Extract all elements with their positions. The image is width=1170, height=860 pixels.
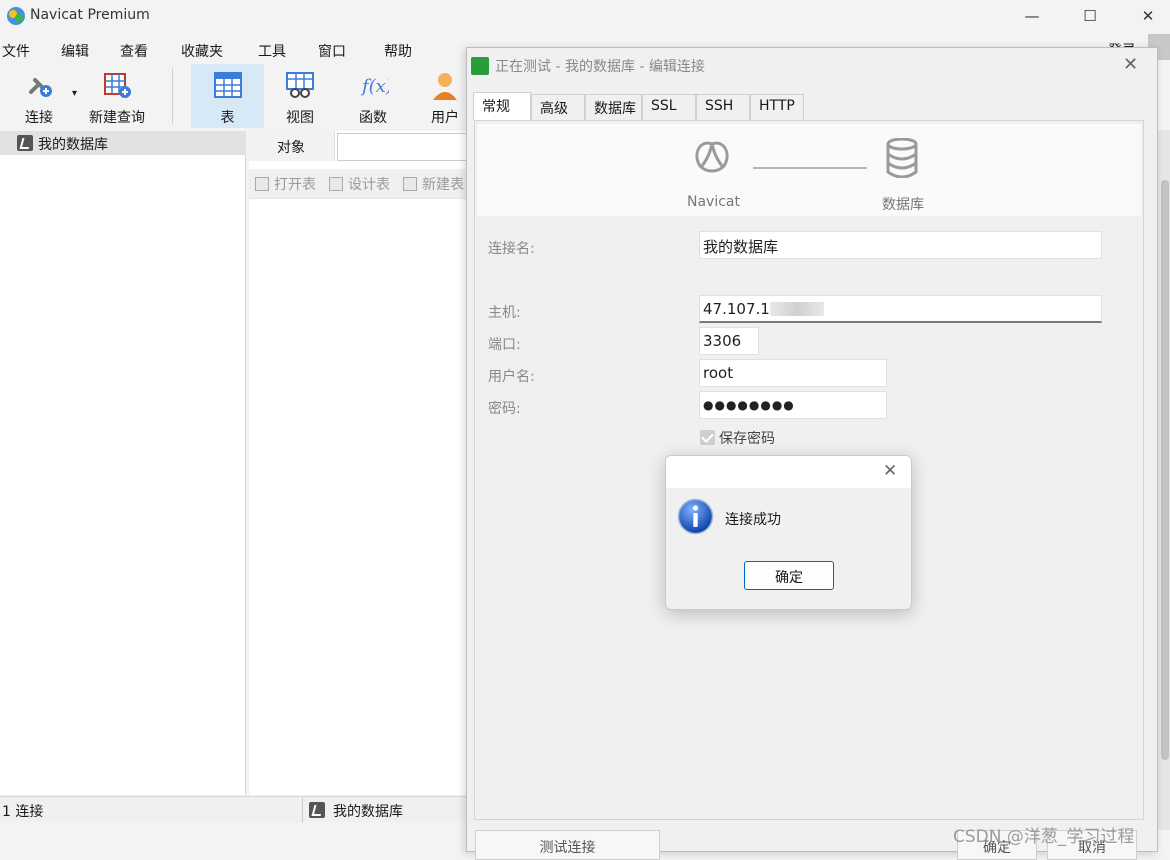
- main-toolbar: 连接 ▾ 新建查询 表 视图 f(x) 函数: [0, 64, 466, 130]
- menu-file[interactable]: 文件: [2, 41, 30, 61]
- username-field[interactable]: root: [699, 359, 887, 387]
- table-button[interactable]: 表: [191, 64, 264, 128]
- user-icon: [433, 73, 457, 100]
- design-table-button[interactable]: 设计表: [329, 174, 390, 194]
- host-field[interactable]: 47.107.1: [699, 295, 1102, 323]
- new-table-button[interactable]: 新建表: [403, 174, 464, 194]
- message-ok-button[interactable]: 确定: [744, 561, 834, 590]
- tab-objects[interactable]: 对象: [249, 131, 335, 161]
- tab-databases[interactable]: 数据库: [585, 94, 642, 120]
- connect-button[interactable]: 连接: [4, 64, 74, 128]
- view-label: 视图: [286, 110, 314, 126]
- watermark: CSDN @洋葱_学习过程: [953, 827, 1135, 847]
- redacted-blur: [769, 302, 824, 316]
- port-label: 端口:: [488, 337, 521, 353]
- tab-http[interactable]: HTTP: [750, 94, 804, 120]
- menu-tools[interactable]: 工具: [258, 41, 286, 61]
- tab-objects-label: 对象: [277, 140, 305, 156]
- dialog-close-icon[interactable]: ✕: [1123, 54, 1138, 75]
- database-icon: [886, 138, 918, 178]
- view-icon: [286, 72, 314, 98]
- status-connection-count: 1 连接: [2, 804, 44, 820]
- menu-bar: 文件 编辑 查看 收藏夹 工具 窗口 帮助: [0, 38, 470, 62]
- close-icon[interactable]: ✕: [1133, 4, 1163, 28]
- status-connection-icon: [309, 802, 325, 818]
- username-label: 用户名:: [488, 369, 535, 385]
- connect-label: 连接: [25, 110, 53, 126]
- object-search-input[interactable]: [337, 133, 477, 161]
- status-current-connection: 我的数据库: [333, 804, 403, 820]
- function-button[interactable]: f(x) 函数: [338, 64, 408, 128]
- design-table-label: 设计表: [348, 177, 390, 193]
- status-bar: 1 连接 我的数据库: [0, 796, 466, 823]
- navicat-dialog-icon: [471, 57, 489, 75]
- tree-item-label: 我的数据库: [38, 137, 108, 153]
- success-message-box: ✕ 连接成功 确定: [665, 455, 912, 610]
- test-connection-button[interactable]: 测试连接: [475, 830, 660, 860]
- menu-favorites[interactable]: 收藏夹: [181, 41, 223, 61]
- save-password-label: 保存密码: [719, 431, 775, 447]
- password-field[interactable]: ●●●●●●●●: [699, 391, 887, 419]
- table-icon: [213, 72, 242, 98]
- open-table-label: 打开表: [274, 177, 316, 193]
- conn-name-label: 连接名:: [488, 241, 535, 257]
- new-query-icon: [104, 73, 131, 98]
- table-label: 表: [220, 110, 235, 126]
- open-table-icon: [255, 177, 269, 191]
- dialog-title: 正在测试 - 我的数据库 - 编辑连接: [495, 59, 705, 75]
- message-close-icon[interactable]: ✕: [883, 461, 897, 481]
- conn-name-field[interactable]: 我的数据库: [699, 231, 1102, 259]
- new-query-button[interactable]: 新建查询: [82, 64, 152, 128]
- tab-general[interactable]: 常规: [473, 92, 531, 120]
- menu-view[interactable]: 查看: [120, 41, 148, 61]
- right-scrollbar[interactable]: [1161, 180, 1169, 760]
- connect-dropdown-icon[interactable]: ▾: [72, 88, 77, 99]
- message-text: 连接成功: [725, 512, 781, 528]
- design-table-icon: [329, 177, 343, 191]
- menu-edit[interactable]: 编辑: [61, 41, 89, 61]
- connection-banner: Navicat 数据库: [477, 124, 1141, 216]
- tab-ssl[interactable]: SSL: [642, 94, 696, 120]
- navicat-icon: [695, 141, 729, 173]
- banner-database-label: 数据库: [882, 197, 924, 213]
- function-icon: f(x): [360, 76, 393, 97]
- new-table-label: 新建表: [422, 177, 464, 193]
- title-bar: Navicat Premium — ☐ ✕: [0, 0, 1170, 32]
- navicat-logo-icon: [7, 7, 25, 25]
- save-password-checkbox[interactable]: [700, 430, 715, 445]
- object-panel: 对象 打开表 设计表 新建表: [249, 131, 477, 795]
- banner-connector: [753, 167, 867, 169]
- status-divider: [302, 797, 303, 823]
- function-label: 函数: [359, 110, 387, 126]
- menu-window[interactable]: 窗口: [318, 41, 346, 61]
- app-title: Navicat Premium: [30, 7, 150, 23]
- object-toolbar: 打开表 设计表 新建表: [249, 169, 466, 199]
- plug-icon: [29, 78, 52, 97]
- menu-help[interactable]: 帮助: [384, 41, 412, 61]
- edit-connection-dialog: 正在测试 - 我的数据库 - 编辑连接 ✕ 常规 高级 数据库 SSL SSH …: [466, 47, 1158, 860]
- tab-ssh[interactable]: SSH: [696, 94, 750, 120]
- connection-icon: [17, 135, 33, 151]
- open-table-button[interactable]: 打开表: [255, 174, 316, 194]
- port-field[interactable]: 3306: [699, 327, 759, 355]
- view-button[interactable]: 视图: [265, 64, 335, 128]
- password-label: 密码:: [488, 401, 521, 417]
- message-header: ✕: [666, 456, 911, 488]
- host-label: 主机:: [488, 305, 521, 321]
- banner-navicat-label: Navicat: [687, 194, 740, 210]
- tab-advanced[interactable]: 高级: [531, 94, 585, 120]
- info-icon: [677, 498, 714, 535]
- minimize-icon[interactable]: —: [1017, 4, 1047, 28]
- maximize-icon[interactable]: ☐: [1075, 4, 1105, 28]
- host-value: 47.107.1: [703, 300, 770, 318]
- tree-item-my-database[interactable]: 我的数据库: [0, 131, 246, 155]
- toolbar-divider: [172, 68, 173, 124]
- svg-text:f(x): f(x): [360, 76, 389, 97]
- new-query-label: 新建查询: [89, 110, 145, 126]
- new-table-icon: [403, 177, 417, 191]
- connection-tree: 我的数据库: [0, 131, 246, 795]
